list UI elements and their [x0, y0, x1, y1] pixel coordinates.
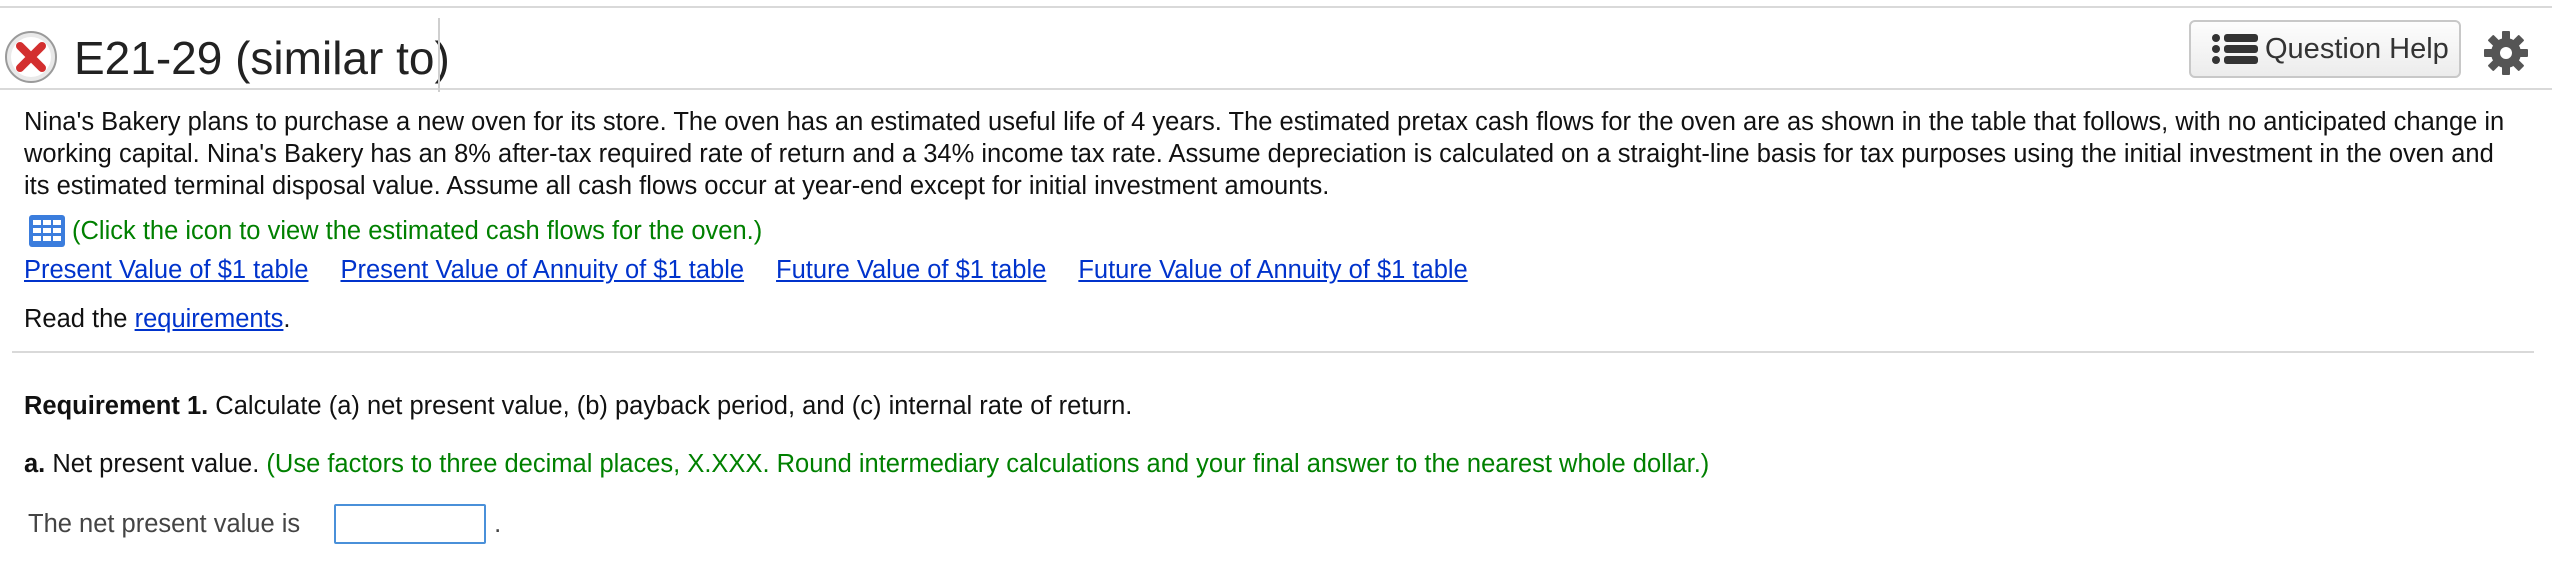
answer-label: The net present value is	[28, 509, 301, 538]
requirement-label: Requirement 1.	[24, 392, 209, 420]
header-bar: E21-29 (similar to) Question Help	[0, 8, 2552, 92]
answer-row: The net present value is .	[28, 504, 501, 544]
page-title: E21-29 (similar to)	[74, 32, 450, 84]
question-help-label: Question Help	[2265, 32, 2449, 65]
link-present-value-table[interactable]: Present Value of $1 table	[24, 256, 308, 285]
answer-suffix: .	[494, 509, 502, 538]
link-present-value-annuity-table[interactable]: Present Value of Annuity of $1 table	[340, 256, 744, 285]
title-divider	[438, 18, 440, 92]
requirements-link[interactable]: requirements	[135, 305, 284, 333]
link-future-value-annuity-table[interactable]: Future Value of Annuity of $1 table	[1078, 256, 1467, 285]
read-prefix: Read the	[24, 305, 135, 333]
read-requirements: Read the requirements.	[24, 305, 291, 334]
part-a-instruction: (Use factors to three decimal places, X.…	[266, 450, 1710, 478]
net-present-value-input[interactable]	[334, 504, 487, 544]
requirement-text: Calculate (a) net present value, (b) pay…	[208, 392, 1133, 420]
table-icon[interactable]	[28, 214, 66, 248]
list-icon	[2212, 34, 2258, 64]
part-a-text: Net present value.	[45, 450, 267, 478]
incorrect-x-icon	[5, 31, 57, 83]
cash-flows-link-text[interactable]: (Click the icon to view the estimated ca…	[72, 217, 762, 246]
part-a-prompt: a. Net present value. (Use factors to th…	[24, 450, 1709, 479]
question-help-button[interactable]: Question Help	[2189, 20, 2461, 78]
factor-table-links: Present Value of $1 table Present Value …	[24, 256, 1500, 285]
requirement-1: Requirement 1. Calculate (a) net present…	[24, 392, 1132, 421]
link-future-value-table[interactable]: Future Value of $1 table	[776, 256, 1046, 285]
problem-statement: Nina's Bakery plans to purchase a new ov…	[24, 108, 2505, 200]
part-a-label: a.	[24, 450, 46, 478]
section-divider	[12, 351, 2534, 353]
cash-flows-link-row[interactable]: (Click the icon to view the estimated ca…	[28, 214, 762, 248]
gear-icon[interactable]	[2483, 30, 2529, 76]
read-suffix: .	[283, 305, 291, 333]
